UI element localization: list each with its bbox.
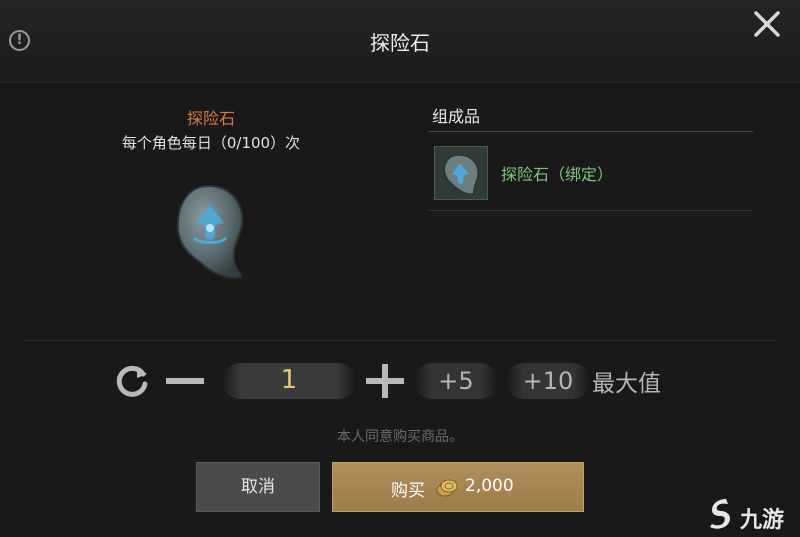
- minus-button[interactable]: [166, 378, 204, 384]
- quantity-value: 1: [280, 365, 298, 395]
- quantity-input[interactable]: 1: [222, 363, 356, 399]
- exploration-stone-icon: [176, 184, 244, 279]
- dialog-header: ! 探险石: [0, 0, 800, 83]
- logo-icon: [710, 499, 730, 529]
- watermark-logo: 九游: [706, 494, 800, 534]
- daily-limit-text: 每个角色每日（0/100）次: [121, 134, 301, 152]
- watermark-text: 九游: [740, 508, 785, 533]
- components-header: 组成品: [432, 107, 481, 126]
- buy-label: 购买: [391, 481, 425, 501]
- add-10-button[interactable]: +10: [506, 363, 590, 399]
- component-thumbnail: [434, 146, 488, 200]
- purchase-agreement-text: 本人同意购买商品。: [337, 429, 463, 445]
- price-value: 2,000: [465, 476, 514, 496]
- component-item[interactable]: 探险石（绑定）: [428, 140, 753, 206]
- components-divider: [428, 131, 753, 132]
- gold-coin-icon: [436, 479, 458, 497]
- component-name: 探险石（绑定）: [501, 165, 614, 184]
- item-name: 探险石: [186, 109, 235, 128]
- add-5-button[interactable]: +5: [414, 363, 498, 399]
- components-divider-bottom: [428, 210, 753, 211]
- exploration-stone-icon: [443, 154, 479, 195]
- section-divider: [24, 340, 776, 341]
- max-quantity-button[interactable]: 最大值: [592, 364, 661, 398]
- plus-button[interactable]: [366, 364, 404, 398]
- buy-button[interactable]: 购买 2,000: [332, 462, 584, 512]
- quantity-selector: 1 +5 +10 最大值: [0, 356, 800, 406]
- dialog-title: 探险石: [370, 31, 430, 55]
- close-icon[interactable]: [751, 8, 783, 40]
- reset-icon[interactable]: [113, 362, 151, 400]
- cancel-button[interactable]: 取消: [196, 462, 320, 512]
